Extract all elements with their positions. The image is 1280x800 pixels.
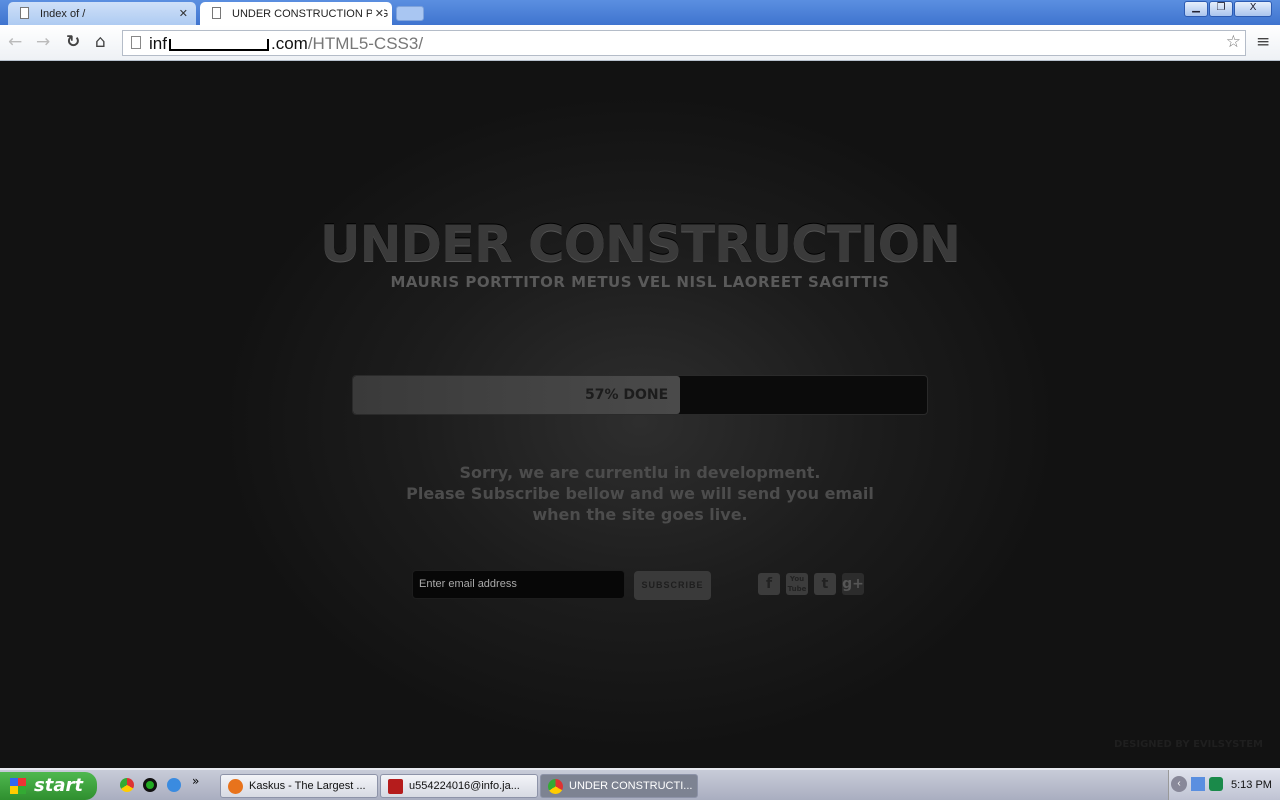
expand-tray-icon[interactable]: ‹ <box>1171 776 1187 792</box>
firefox-icon <box>228 779 243 794</box>
start-label: start <box>34 775 83 796</box>
tab-under-construction[interactable]: UNDER CONSTRUCTION PAG ✕ <box>200 2 392 25</box>
twitter-icon[interactable]: t <box>814 573 836 595</box>
task-label: Kaskus - The Largest ... <box>249 780 366 792</box>
tab-label: Index of / <box>40 8 86 20</box>
progress-fill: 57% DONE <box>353 376 681 414</box>
windows-logo-icon <box>10 778 26 794</box>
address-bar[interactable]: inf .com/HTML5-CSS3/ ☆ <box>122 30 1246 56</box>
progress-bar: 57% DONE <box>352 375 928 415</box>
page-icon <box>131 36 141 49</box>
url-domain: .com <box>270 34 308 53</box>
reload-icon[interactable]: ↻ <box>66 32 80 52</box>
browser-titlebar: Index of / ✕ UNDER CONSTRUCTION PAG ✕ ▁ ❐ … <box>0 0 1280 25</box>
back-icon[interactable]: ← <box>8 32 22 52</box>
home-icon[interactable]: ⌂ <box>95 32 106 52</box>
task-under-construction[interactable]: UNDER CONSTRUCTI... <box>540 774 698 798</box>
message-line: Please Subscribe bellow and we will send… <box>406 484 874 503</box>
redacted-url <box>168 39 269 51</box>
task-label: UNDER CONSTRUCTI... <box>569 780 693 792</box>
restore-button[interactable]: ❐ <box>1209 1 1233 17</box>
task-kaskus[interactable]: Kaskus - The Largest ... <box>220 774 378 798</box>
forward-icon[interactable]: → <box>36 32 50 52</box>
facebook-icon[interactable]: f <box>758 573 780 595</box>
url-path: /HTML5-CSS3/ <box>307 34 424 53</box>
filezilla-icon <box>388 779 403 794</box>
task-filezilla[interactable]: u554224016@info.ja... <box>380 774 538 798</box>
url-prefix: inf <box>149 34 167 53</box>
more-quicklaunch[interactable]: » <box>192 774 199 788</box>
clock: 5:13 PM <box>1231 779 1272 791</box>
bookmark-star-icon[interactable]: ☆ <box>1226 32 1241 52</box>
new-tab-button[interactable] <box>396 6 424 21</box>
taskbar: start » Kaskus - The Largest ... u554224… <box>0 768 1280 800</box>
tab-index[interactable]: Index of / ✕ <box>8 2 196 25</box>
progress-label: 57% DONE <box>584 387 669 403</box>
minimize-button[interactable]: ▁ <box>1184 1 1208 17</box>
chrome-icon[interactable] <box>120 778 134 792</box>
subscribe-button[interactable]: SUBSCRIBE <box>634 571 711 600</box>
message: Sorry, we are currentlu in development. … <box>0 462 1280 525</box>
close-window-button[interactable]: X <box>1234 1 1272 17</box>
page-icon <box>212 7 221 19</box>
network-icon[interactable] <box>1191 777 1205 791</box>
tab-label: UNDER CONSTRUCTION PAG <box>232 8 389 20</box>
close-tab-icon[interactable]: ✕ <box>371 7 384 20</box>
page-icon <box>20 7 29 19</box>
app-icon[interactable] <box>143 778 157 792</box>
google-plus-icon[interactable]: g+ <box>842 573 864 595</box>
designer-credit: DESIGNED BY EVILSYSTEM <box>1114 739 1263 750</box>
close-tab-icon[interactable]: ✕ <box>179 7 188 20</box>
page-subtitle: MAURIS PORTTITOR METUS VEL NISL LAOREET … <box>390 273 890 291</box>
browser-toolbar: ← → ↻ ⌂ inf .com/HTML5-CSS3/ ☆ ≡ <box>0 25 1280 61</box>
start-button[interactable]: start <box>0 772 97 800</box>
internet-explorer-icon[interactable] <box>167 778 181 792</box>
menu-icon[interactable]: ≡ <box>1256 32 1270 52</box>
message-line: when the site goes live. <box>532 505 748 524</box>
tray-app-icon[interactable] <box>1209 777 1223 791</box>
youtube-icon[interactable]: You Tube <box>786 573 808 595</box>
task-label: u554224016@info.ja... <box>409 780 520 792</box>
page-content: UNDER CONSTRUCTION MAURIS PORTTITOR METU… <box>0 62 1280 768</box>
chrome-icon <box>548 779 563 794</box>
system-tray: ‹ 5:13 PM <box>1168 770 1280 800</box>
message-line: Sorry, we are currentlu in development. <box>459 463 821 482</box>
email-input[interactable]: Enter email address <box>412 570 625 599</box>
page-title: UNDER CONSTRUCTION <box>319 215 961 273</box>
